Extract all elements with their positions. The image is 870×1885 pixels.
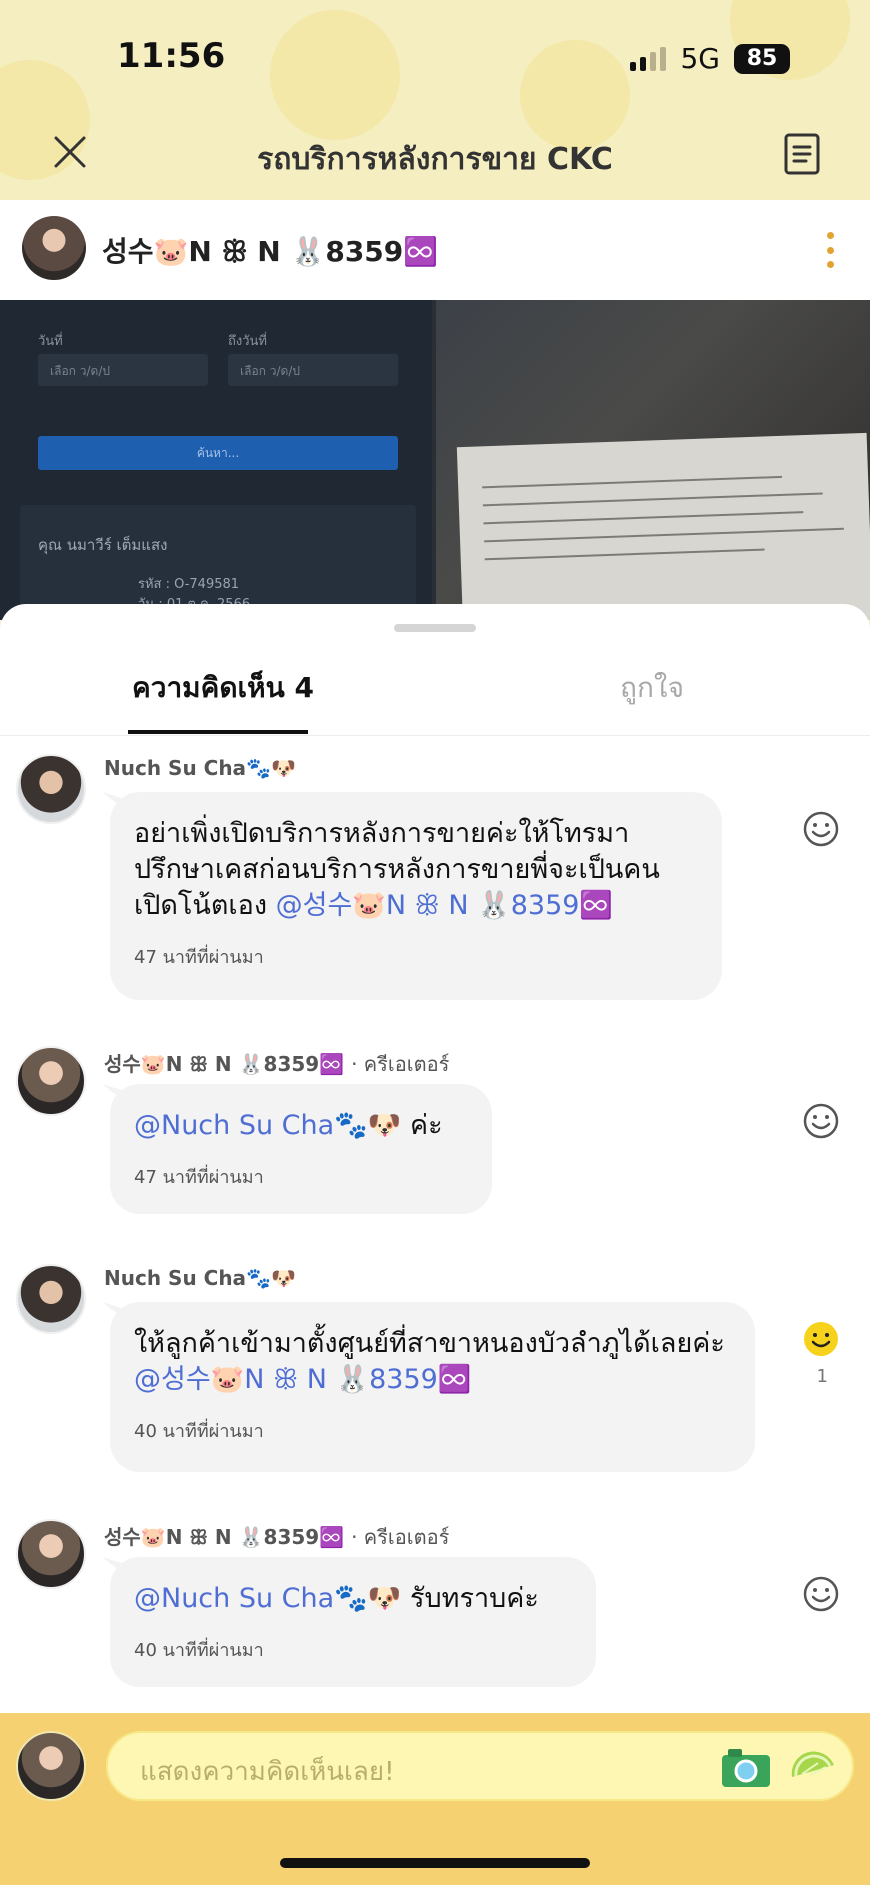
author-role: · ครีเอเตอร์	[351, 1525, 450, 1549]
author-name: 성수🐷N ꕥ N 🐰8359♾️	[104, 1052, 345, 1076]
to-date-label: ถึงวันที่	[228, 334, 267, 349]
comment-body-tail: ค่ะ	[401, 1110, 443, 1141]
page-title: รถบริการหลังการขาย CKC	[257, 142, 613, 177]
avatar[interactable]	[22, 216, 86, 280]
customer-card: คุณ นมาวีร์ เต็มแสง รหัส : O-749581 วัน …	[20, 505, 416, 620]
post-image: วันที่ ถึงวันที่ เลือก ว/ด/ป เลือก ว/ด/ป…	[0, 300, 870, 620]
screenshot-panel: วันที่ ถึงวันที่ เลือก ว/ด/ป เลือก ว/ด/ป…	[0, 300, 432, 620]
comment-time: 40 นาทีที่ผ่านมา	[134, 1421, 264, 1442]
tab-comments[interactable]: ความคิดเห็น 4	[132, 666, 314, 710]
date-label: วันที่	[38, 334, 63, 349]
comment-body: ให้ลูกค้าเข้ามาตั้งศูนย์ที่สาขาหนองบัวลำ…	[134, 1328, 725, 1359]
network-type: 5G	[680, 42, 720, 75]
home-indicator[interactable]	[280, 1858, 590, 1868]
comment-body-tail: รับทราบค่ะ	[401, 1583, 539, 1614]
comment-author[interactable]: Nuch Su Cha🐾🐶	[104, 1266, 296, 1290]
comment-time: 47 นาทีที่ผ่านมา	[134, 947, 264, 968]
status-indicators: 5G 85	[630, 42, 790, 75]
avatar[interactable]	[16, 754, 86, 824]
warranty-paper	[456, 432, 870, 620]
comment-input[interactable]: แสดงความคิดเห็นเลย!	[106, 1731, 854, 1801]
search-button: ค้นหา...	[38, 436, 398, 470]
comment-author[interactable]: 성수🐷N ꕥ N 🐰8359♾️ · ครีเอเตอร์	[104, 1048, 449, 1080]
tab-bar: ความคิดเห็น 4 ถูกใจ	[0, 644, 870, 736]
post-author-name[interactable]: 성수🐷N ꕥ N 🐰8359♾️	[102, 230, 438, 270]
signal-icon	[630, 46, 667, 71]
comment-author[interactable]: Nuch Su Cha🐾🐶	[104, 756, 296, 780]
reaction-count: 1	[816, 1366, 828, 1387]
comment-text: @Nuch Su Cha🐾🐶 ค่ะ	[134, 1108, 466, 1144]
to-date-field: เลือก ว/ด/ป	[228, 354, 398, 386]
smiley-icon[interactable]	[802, 810, 840, 848]
status-time: 11:56	[117, 36, 226, 76]
comment-text: @Nuch Su Cha🐾🐶 รับทราบค่ะ	[134, 1581, 570, 1617]
avatar	[16, 1731, 86, 1801]
camera-photo-icon[interactable]	[720, 1747, 772, 1789]
comment-input-placeholder: แสดงความคิดเห็นเลย!	[140, 1757, 395, 1787]
mention-link[interactable]: @성수🐷N ꕥ N 🐰8359♾️	[276, 890, 613, 921]
smiley-icon-active[interactable]	[802, 1320, 840, 1358]
comment-bubble[interactable]: @Nuch Su Cha🐾🐶 รับทราบค่ะ 40 นาทีที่ผ่าน…	[110, 1557, 596, 1687]
comment-bubble[interactable]: อย่าเพิ่งเปิดบริการหลังการขายค่ะให้โทรมา…	[110, 792, 722, 1000]
more-vertical-icon[interactable]	[824, 232, 836, 268]
avatar[interactable]	[16, 1519, 86, 1589]
comment-text: ให้ลูกค้าเข้ามาตั้งศูนย์ที่สาขาหนองบัวลำ…	[134, 1326, 729, 1398]
mention-link[interactable]: @성수🐷N ꕥ N 🐰8359♾️	[134, 1364, 471, 1395]
comment-bubble[interactable]: ให้ลูกค้าเข้ามาตั้งศูนย์ที่สาขาหนองบัวลำ…	[110, 1302, 755, 1472]
comments-sheet: ความคิดเห็น 4 ถูกใจ Nuch Su Cha🐾🐶 อย่าเพ…	[0, 604, 870, 1885]
comment-author[interactable]: 성수🐷N ꕥ N 🐰8359♾️ · ครีเอเตอร์	[104, 1521, 449, 1553]
sheet-grabber[interactable]	[394, 624, 476, 632]
note-icon[interactable]	[782, 132, 822, 176]
author-name: Nuch Su Cha🐾🐶	[104, 1266, 296, 1290]
comment-item: Nuch Su Cha🐾🐶 อย่าเพิ่งเปิดบริการหลังการ…	[0, 754, 870, 1014]
author-name: Nuch Su Cha🐾🐶	[104, 756, 296, 780]
date-field: เลือก ว/ด/ป	[38, 354, 208, 386]
smiley-icon[interactable]	[802, 1575, 840, 1613]
customer-name: คุณ นมาวีร์ เต็มแสง	[38, 536, 168, 554]
comment-text: อย่าเพิ่งเปิดบริการหลังการขายค่ะให้โทรมา…	[134, 816, 696, 924]
avatar[interactable]	[16, 1046, 86, 1116]
comment-bubble[interactable]: @Nuch Su Cha🐾🐶 ค่ะ 47 นาทีที่ผ่านมา	[110, 1084, 492, 1214]
avatar[interactable]	[16, 1264, 86, 1334]
comment-time: 40 นาทีที่ผ่านมา	[134, 1640, 264, 1661]
comment-item: 성수🐷N ꕥ N 🐰8359♾️ · ครีเอเตอร์ @Nuch Su C…	[0, 1519, 870, 1699]
comment-item: Nuch Su Cha🐾🐶 ให้ลูกค้าเข้ามาตั้งศูนย์ที…	[0, 1264, 870, 1494]
tab-likes[interactable]: ถูกใจ	[620, 666, 684, 710]
mention-link[interactable]: @Nuch Su Cha🐾🐶	[134, 1110, 401, 1141]
battery-icon: 85	[734, 43, 790, 74]
decor-lemon	[520, 40, 630, 150]
tab-underline	[128, 730, 308, 734]
author-role: · ครีเอเตอร์	[351, 1052, 450, 1076]
author-name: 성수🐷N ꕥ N 🐰8359♾️	[104, 1525, 345, 1549]
post-header: 성수🐷N ꕥ N 🐰8359♾️	[0, 200, 870, 300]
customer-code: รหัส : O-749581	[138, 577, 240, 592]
comment-item: 성수🐷N ꕥ N 🐰8359♾️ · ครีเอเตอร์ @Nuch Su C…	[0, 1046, 870, 1226]
comment-time: 47 นาทีที่ผ่านมา	[134, 1167, 264, 1188]
comment-composer: แสดงความคิดเห็นเลย!	[0, 1713, 870, 1885]
decor-lemon	[270, 10, 400, 140]
lime-sticker-icon[interactable]	[788, 1747, 838, 1789]
smiley-icon[interactable]	[802, 1102, 840, 1140]
mention-link[interactable]: @Nuch Su Cha🐾🐶	[134, 1583, 401, 1614]
top-bar: 11:56 5G 85 รถบริการหลังการขาย CKC	[0, 0, 870, 200]
